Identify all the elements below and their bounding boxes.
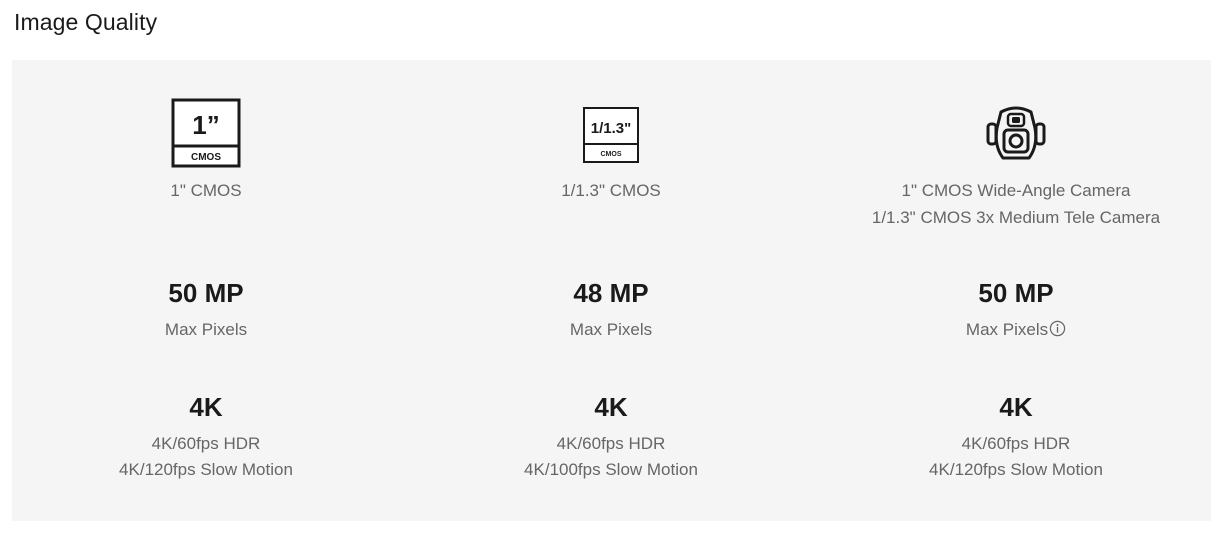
- sensor-1inch-icon: 1” CMOS: [36, 98, 376, 170]
- max-pixels-label-row: Max Pixels: [846, 317, 1186, 343]
- max-pixels-label: Max Pixels: [569, 320, 653, 339]
- sensor-name: 1" CMOS Wide-Angle Camera 1/1.3" CMOS 3x…: [846, 177, 1186, 231]
- video-mode-line: 4K/120fps Slow Motion: [929, 460, 1103, 479]
- info-circle-icon[interactable]: [1049, 320, 1066, 337]
- dual-camera-icon: [846, 98, 1186, 170]
- spec-column-2: 1/1.3" CMOS 1/1.3" CMOS 48 MP Max Pixels…: [441, 60, 781, 521]
- spec-column-3: 1" CMOS Wide-Angle Camera 1/1.3" CMOS 3x…: [846, 60, 1186, 521]
- video-mode-line: 4K/120fps Slow Motion: [119, 460, 293, 479]
- video-modes: 4K/60fps HDR 4K/120fps Slow Motion: [36, 431, 376, 483]
- sensor-type-text: CMOS: [191, 152, 221, 163]
- max-pixels-label: Max Pixels: [965, 320, 1049, 339]
- video-mode-line: 4K/60fps HDR: [151, 434, 261, 453]
- video-mode-line: 4K/60fps HDR: [961, 434, 1071, 453]
- sensor-name: 1" CMOS: [36, 177, 376, 204]
- sensor-size-text: 1/1.3": [591, 120, 631, 137]
- sensor-type-text: CMOS: [601, 151, 622, 158]
- max-pixels-value: 48 MP: [573, 278, 649, 308]
- sensor-line: 1" CMOS: [170, 181, 242, 200]
- image-quality-panel: 1” CMOS 1" CMOS 50 MP Max Pixels 4K 4K/6…: [12, 60, 1211, 521]
- video-resolution-value: 4K: [189, 392, 223, 422]
- sensor-1-1.3inch-icon: 1/1.3" CMOS: [441, 98, 781, 170]
- video-modes: 4K/60fps HDR 4K/100fps Slow Motion: [441, 431, 781, 483]
- sensor-line: 1" CMOS Wide-Angle Camera: [901, 181, 1131, 200]
- max-pixels-value: 50 MP: [168, 278, 244, 308]
- video-resolution-value: 4K: [594, 392, 628, 422]
- sensor-size-text: 1”: [192, 110, 219, 140]
- sensor-name: 1/1.3" CMOS: [441, 177, 781, 204]
- video-resolution-value: 4K: [999, 392, 1033, 422]
- section-title: Image Quality: [14, 9, 158, 35]
- sensor-line: 1/1.3" CMOS 3x Medium Tele Camera: [871, 208, 1161, 227]
- max-pixels-value: 50 MP: [978, 278, 1054, 308]
- max-pixels-label: Max Pixels: [164, 320, 248, 339]
- sensor-line: 1/1.3" CMOS: [561, 181, 661, 200]
- video-mode-line: 4K/100fps Slow Motion: [524, 460, 698, 479]
- video-modes: 4K/60fps HDR 4K/120fps Slow Motion: [846, 431, 1186, 483]
- spec-column-1: 1” CMOS 1" CMOS 50 MP Max Pixels 4K 4K/6…: [36, 60, 376, 521]
- video-mode-line: 4K/60fps HDR: [556, 434, 666, 453]
